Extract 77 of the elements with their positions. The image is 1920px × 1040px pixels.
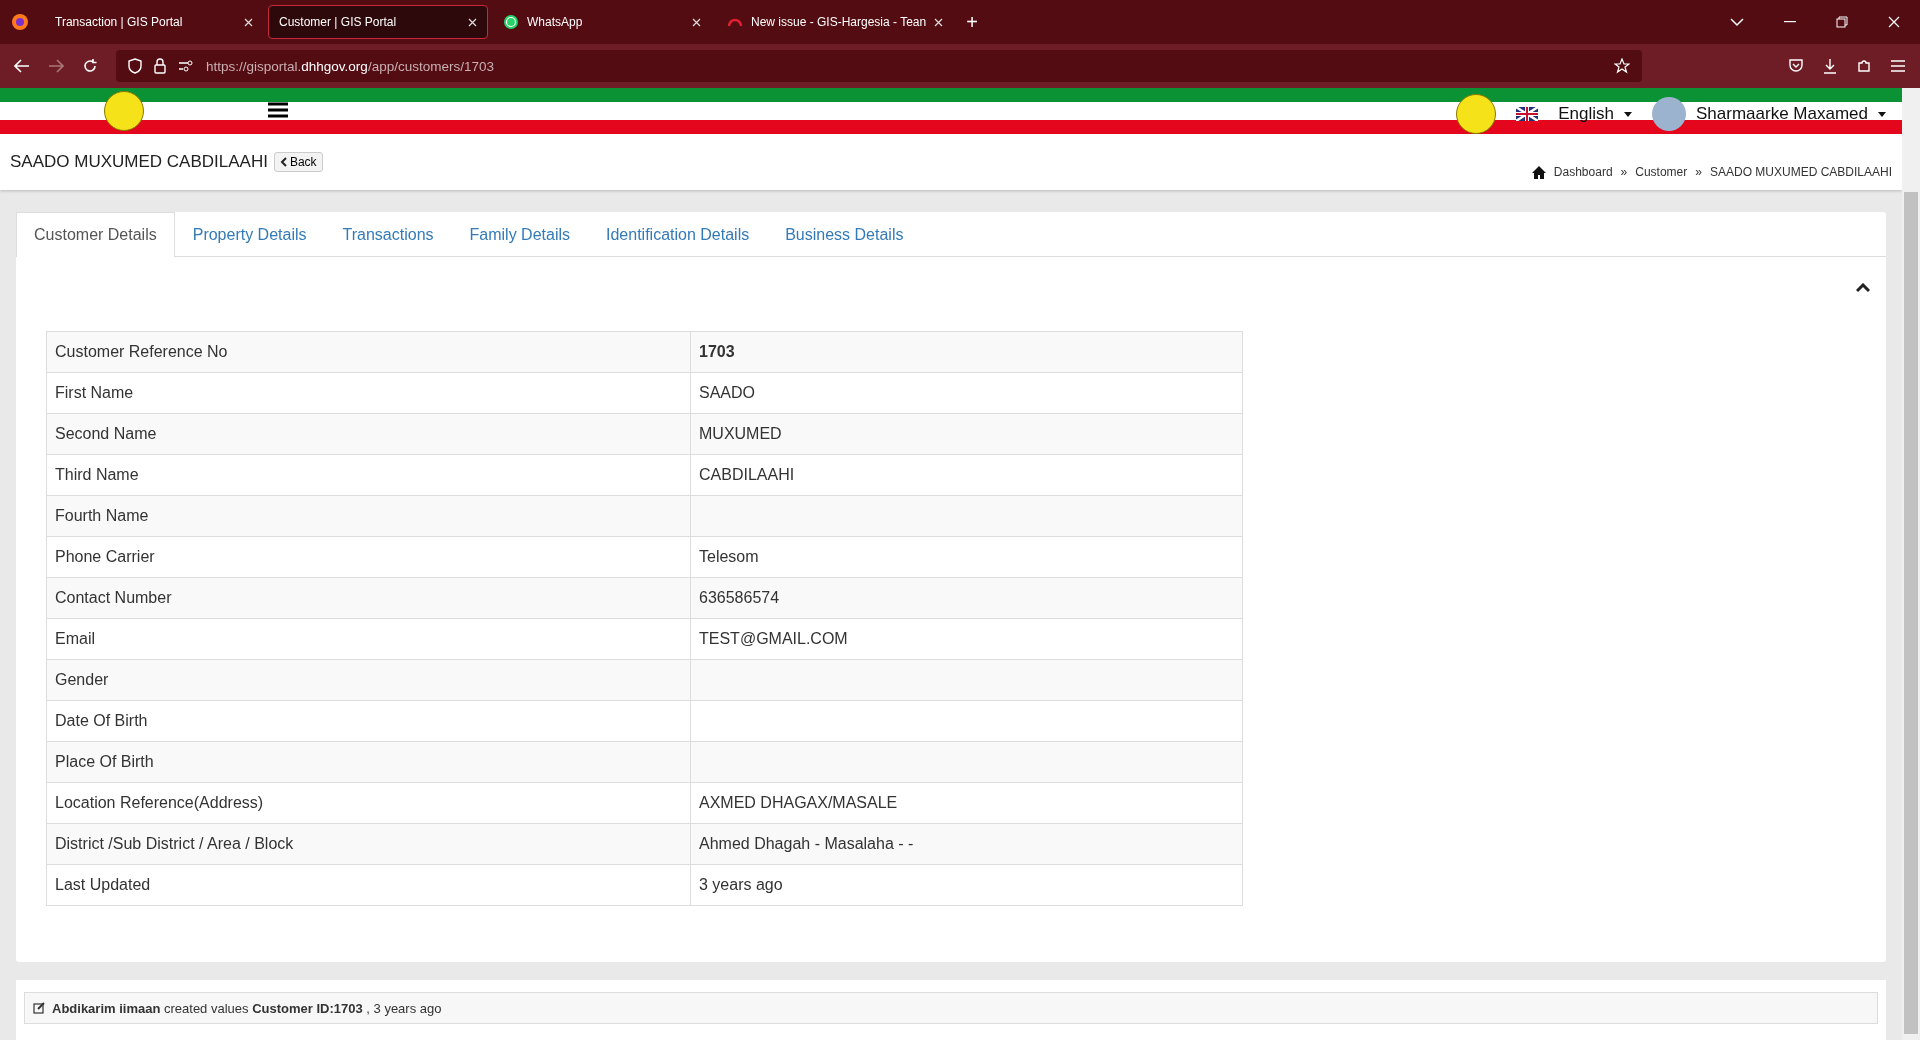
field-label: Phone Carrier	[46, 536, 691, 578]
close-icon[interactable]	[692, 17, 701, 27]
reload-icon[interactable]	[82, 58, 98, 74]
breadcrumb-separator: »	[1620, 165, 1628, 179]
download-icon[interactable]	[1822, 58, 1838, 74]
browser-tab[interactable]: New issue - GIS-Hargesia - Tean	[716, 5, 955, 39]
minimize-icon[interactable]	[1784, 21, 1796, 23]
tab[interactable]: Family Details	[451, 212, 588, 256]
field-label: Third Name	[46, 454, 691, 496]
flag-icon	[1516, 107, 1539, 121]
chat-bubble-icon	[503, 14, 519, 30]
back-button[interactable]: Back	[273, 152, 323, 172]
close-icon[interactable]	[244, 17, 253, 27]
field-label: Date Of Birth	[46, 700, 691, 742]
caret-icon	[1624, 111, 1633, 117]
restore-icon[interactable]	[1836, 16, 1848, 28]
back-arrow-icon[interactable]	[14, 59, 30, 73]
field-value: CABDILAAHI	[690, 454, 1243, 496]
tab[interactable]: Identification Details	[588, 212, 768, 256]
browser-tab[interactable]: WhatsApp	[492, 5, 712, 39]
breadcrumb-link[interactable]: Dashboard	[1553, 165, 1613, 179]
field-label: Contact Number	[46, 577, 691, 619]
field-label: District /Sub District / Area / Block	[46, 823, 691, 865]
browser-logo-icon[interactable]	[11, 13, 29, 31]
field-value: SAADO	[690, 372, 1243, 414]
menu-icon[interactable]	[268, 102, 288, 118]
shield-icon	[128, 58, 142, 74]
home-icon	[1531, 165, 1546, 179]
emblem-icon	[104, 91, 144, 131]
lock-icon	[154, 58, 166, 74]
tab[interactable]: Customer Details	[16, 212, 175, 257]
new-tab-button[interactable]: +	[966, 10, 978, 34]
scrollbar[interactable]	[1902, 88, 1920, 1040]
address-bar[interactable]: https://gisportal.dhhgov.org/app/customers/1703	[116, 50, 1642, 82]
field-value: AXMED DHAGAX/MASALE	[690, 782, 1243, 824]
field-value: TEST@GMAIL.COM	[690, 618, 1243, 660]
field-label: Fourth Name	[46, 495, 691, 537]
field-value: MUXUMED	[690, 413, 1243, 455]
field-label: Place Of Birth	[46, 741, 691, 783]
caret-icon	[1878, 111, 1886, 117]
field-label: Location Reference(Address)	[46, 782, 691, 824]
chevron-left-icon	[279, 157, 287, 167]
language-dropdown[interactable]: English	[1558, 104, 1615, 124]
collapse-icon[interactable]	[1856, 283, 1870, 293]
field-value: Telesom	[690, 536, 1243, 578]
tab[interactable]: Transactions	[324, 212, 452, 256]
url-text: https://gisportal.dhhgov.org/app/customers/1703	[206, 58, 495, 74]
tab[interactable]: Business Details	[767, 212, 922, 256]
close-icon[interactable]	[934, 17, 944, 27]
edit-icon	[33, 1002, 46, 1014]
puzzle-icon[interactable]	[1856, 58, 1872, 74]
close-icon[interactable]	[468, 17, 477, 27]
field-label: Gender	[46, 659, 691, 701]
field-value: 3 years ago	[690, 864, 1243, 906]
page-title: SAADO MUXUMED CABDILAAHI	[10, 152, 268, 172]
avatar-icon	[1652, 97, 1687, 131]
field-label: First Name	[46, 372, 691, 414]
field-label: Email	[46, 618, 691, 660]
pocket-icon[interactable]	[1788, 58, 1804, 74]
user-dropdown[interactable]: Sharmaarke Maxamed	[1696, 104, 1868, 124]
forward-arrow-icon[interactable]	[48, 59, 64, 73]
breadcrumb-separator: »	[1695, 165, 1702, 179]
field-value: 636586574	[690, 577, 1243, 619]
star-icon[interactable]	[1614, 58, 1630, 74]
settings-sliders-icon[interactable]	[178, 60, 194, 72]
browser-tab[interactable]: Customer | GIS Portal	[268, 5, 488, 39]
tab[interactable]: Property Details	[174, 212, 325, 256]
browser-tab[interactable]: Transaction | GIS Portal	[44, 5, 264, 39]
field-value: 1703	[690, 331, 1243, 373]
field-label: Last Updated	[46, 864, 691, 906]
field-value: Ahmed Dhagah - Masalaha - -	[690, 823, 1243, 865]
field-label: Second Name	[46, 413, 691, 455]
emblem-icon	[1456, 94, 1497, 134]
breadcrumb-link[interactable]: Customer	[1635, 165, 1688, 179]
activity-entry: Abdikarim iimaan created values Customer ID:1703 , 3 years ago	[52, 1000, 442, 1016]
chevron-down-icon[interactable]	[1730, 17, 1744, 27]
field-label: Customer Reference No	[46, 331, 691, 373]
